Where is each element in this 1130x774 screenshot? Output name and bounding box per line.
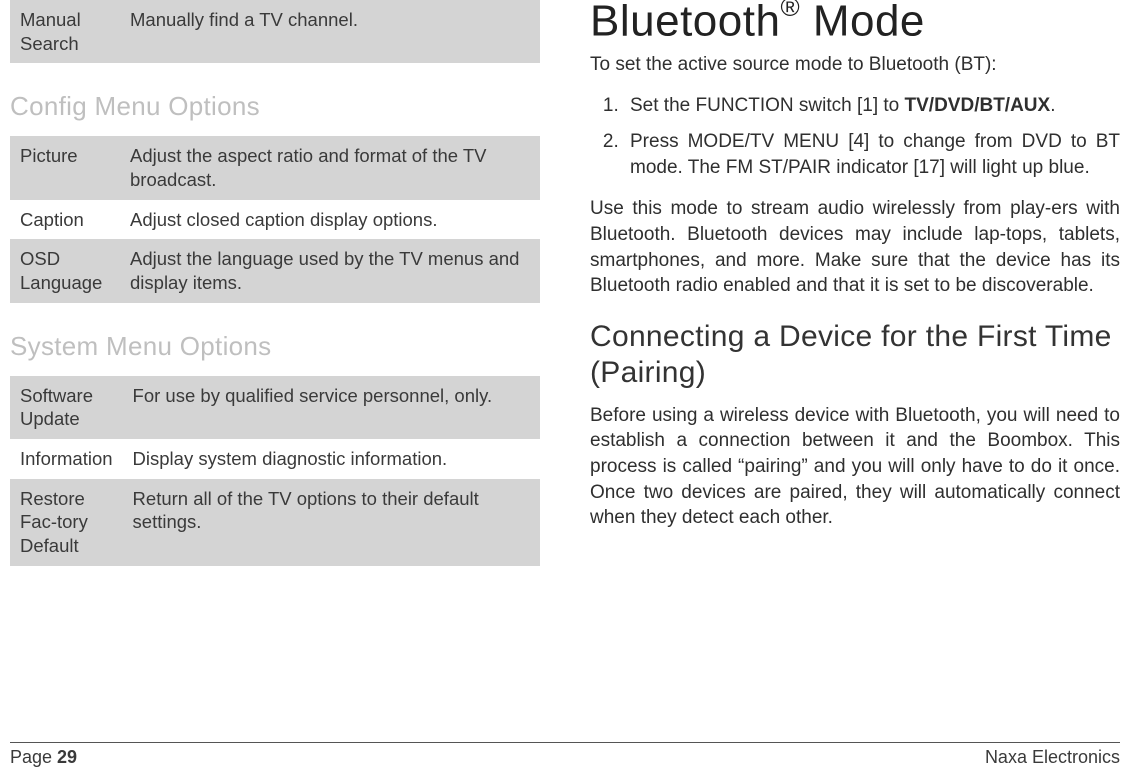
cell-desc: Adjust the aspect ratio and format of th… (120, 136, 540, 199)
right-column: Bluetooth® Mode To set the active source… (590, 0, 1120, 730)
cell-desc: Return all of the TV options to their de… (123, 479, 540, 566)
table-row: Picture Adjust the aspect ratio and form… (10, 136, 540, 199)
step-item: Press MODE/TV MENU [4] to change from DV… (624, 129, 1120, 180)
table-row: Software Update For use by qualified ser… (10, 376, 540, 439)
cell-label: Software Update (10, 376, 123, 439)
step-text: Set the FUNCTION switch [1] to (630, 95, 905, 116)
cell-desc: Adjust the language used by the TV menus… (120, 239, 540, 302)
body-paragraph: Use this mode to stream audio wirelessly… (590, 196, 1120, 299)
cell-label: Information (10, 439, 123, 479)
step-item: Set the FUNCTION switch [1] to TV/DVD/BT… (624, 93, 1120, 119)
table-row: Information Display system diagnostic in… (10, 439, 540, 479)
config-menu-table: Picture Adjust the aspect ratio and form… (10, 136, 540, 302)
cell-desc: For use by qualified service personnel, … (123, 376, 540, 439)
registered-symbol: ® (780, 0, 800, 22)
system-menu-heading: System Menu Options (10, 331, 540, 362)
cell-label: OSD Language (10, 239, 120, 302)
system-menu-table: Software Update For use by qualified ser… (10, 376, 540, 566)
page-number: Page 29 (10, 747, 77, 768)
left-column: Manual Search Manually find a TV channel… (10, 0, 550, 730)
config-menu-heading: Config Menu Options (10, 91, 540, 122)
cell-desc: Display system diagnostic information. (123, 439, 540, 479)
pairing-subheading: Connecting a Device for the First Time (… (590, 319, 1120, 391)
lead-paragraph: To set the active source mode to Bluetoo… (590, 53, 1120, 78)
page-label: Page (10, 747, 57, 767)
step-text: . (1050, 95, 1055, 116)
bluetooth-mode-heading: Bluetooth® Mode (590, 0, 1120, 47)
cell-label: Picture (10, 136, 120, 199)
page-num-value: 29 (57, 747, 77, 767)
page-footer: Page 29 Naxa Electronics (10, 742, 1120, 768)
body-paragraph: Before using a wireless device with Blue… (590, 403, 1120, 531)
cell-label: Restore Fac-tory Default (10, 479, 123, 566)
step-bold: TV/DVD/BT/AUX (905, 95, 1051, 116)
table-row: Manual Search Manually find a TV channel… (10, 0, 540, 63)
steps-list: Set the FUNCTION switch [1] to TV/DVD/BT… (590, 93, 1120, 180)
title-part-b: Mode (800, 0, 925, 46)
table-row: Restore Fac-tory Default Return all of t… (10, 479, 540, 566)
cell-label: Manual Search (10, 0, 120, 63)
brand-name: Naxa Electronics (985, 747, 1120, 768)
title-part-a: Bluetooth (590, 0, 780, 46)
cell-desc: Manually find a TV channel. (120, 0, 540, 63)
cell-desc: Adjust closed caption display options. (120, 200, 540, 240)
table-row: OSD Language Adjust the language used by… (10, 239, 540, 302)
cell-label: Caption (10, 200, 120, 240)
table-row: Caption Adjust closed caption display op… (10, 200, 540, 240)
manual-search-table: Manual Search Manually find a TV channel… (10, 0, 540, 63)
